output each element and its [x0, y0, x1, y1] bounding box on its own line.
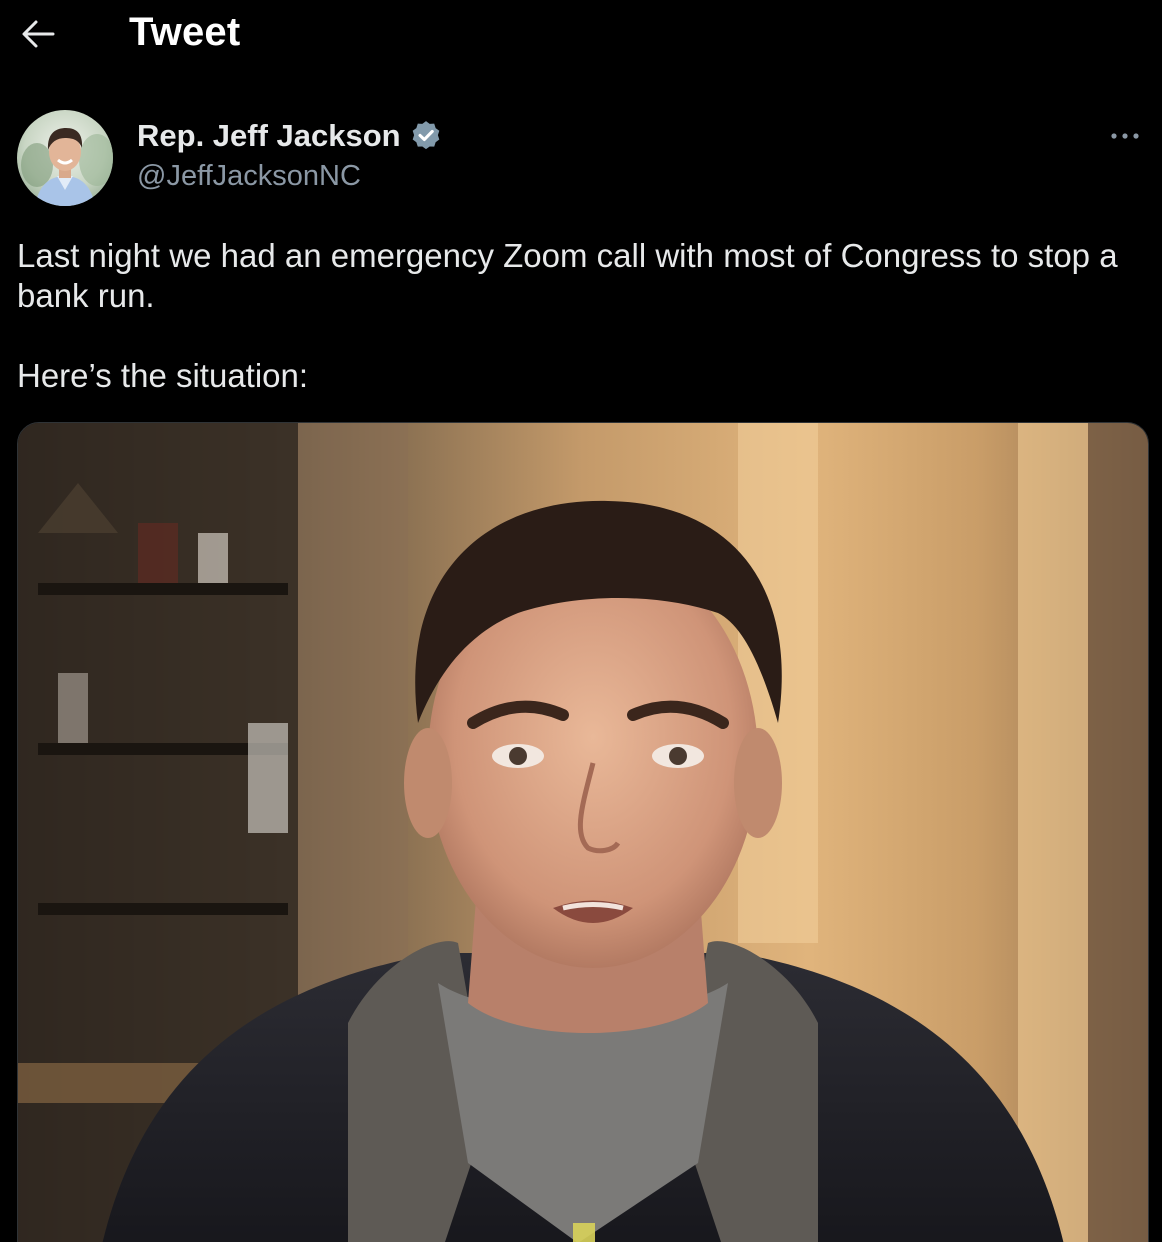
tweet-text: Last night we had an emergency Zoom call…: [17, 236, 1137, 396]
verified-badge-icon: [412, 121, 439, 150]
back-button[interactable]: [14, 12, 62, 56]
author-name-row[interactable]: Rep. Jeff Jackson: [137, 118, 443, 154]
arrow-left-icon: [22, 20, 55, 48]
author-handle[interactable]: @JeffJacksonNC: [137, 160, 361, 193]
top-bar: Tweet: [0, 0, 1162, 70]
author-display-name: Rep. Jeff Jackson: [137, 118, 401, 153]
tweet-video[interactable]: [17, 422, 1149, 1242]
avatar[interactable]: [17, 110, 113, 206]
tweet-page: Tweet Rep. Jeff Jackson @JeffJacksonNC L…: [0, 0, 1162, 1242]
tweet-paragraph: Last night we had an emergency Zoom call…: [17, 237, 1118, 314]
ellipsis-icon: [1111, 133, 1139, 139]
page-title: Tweet: [129, 10, 241, 54]
video-frame: [18, 423, 1148, 1242]
tweet-paragraph: Here’s the situation:: [17, 357, 309, 394]
more-options-button[interactable]: [1103, 118, 1147, 154]
tweet-author: Rep. Jeff Jackson @JeffJacksonNC: [17, 110, 1147, 210]
